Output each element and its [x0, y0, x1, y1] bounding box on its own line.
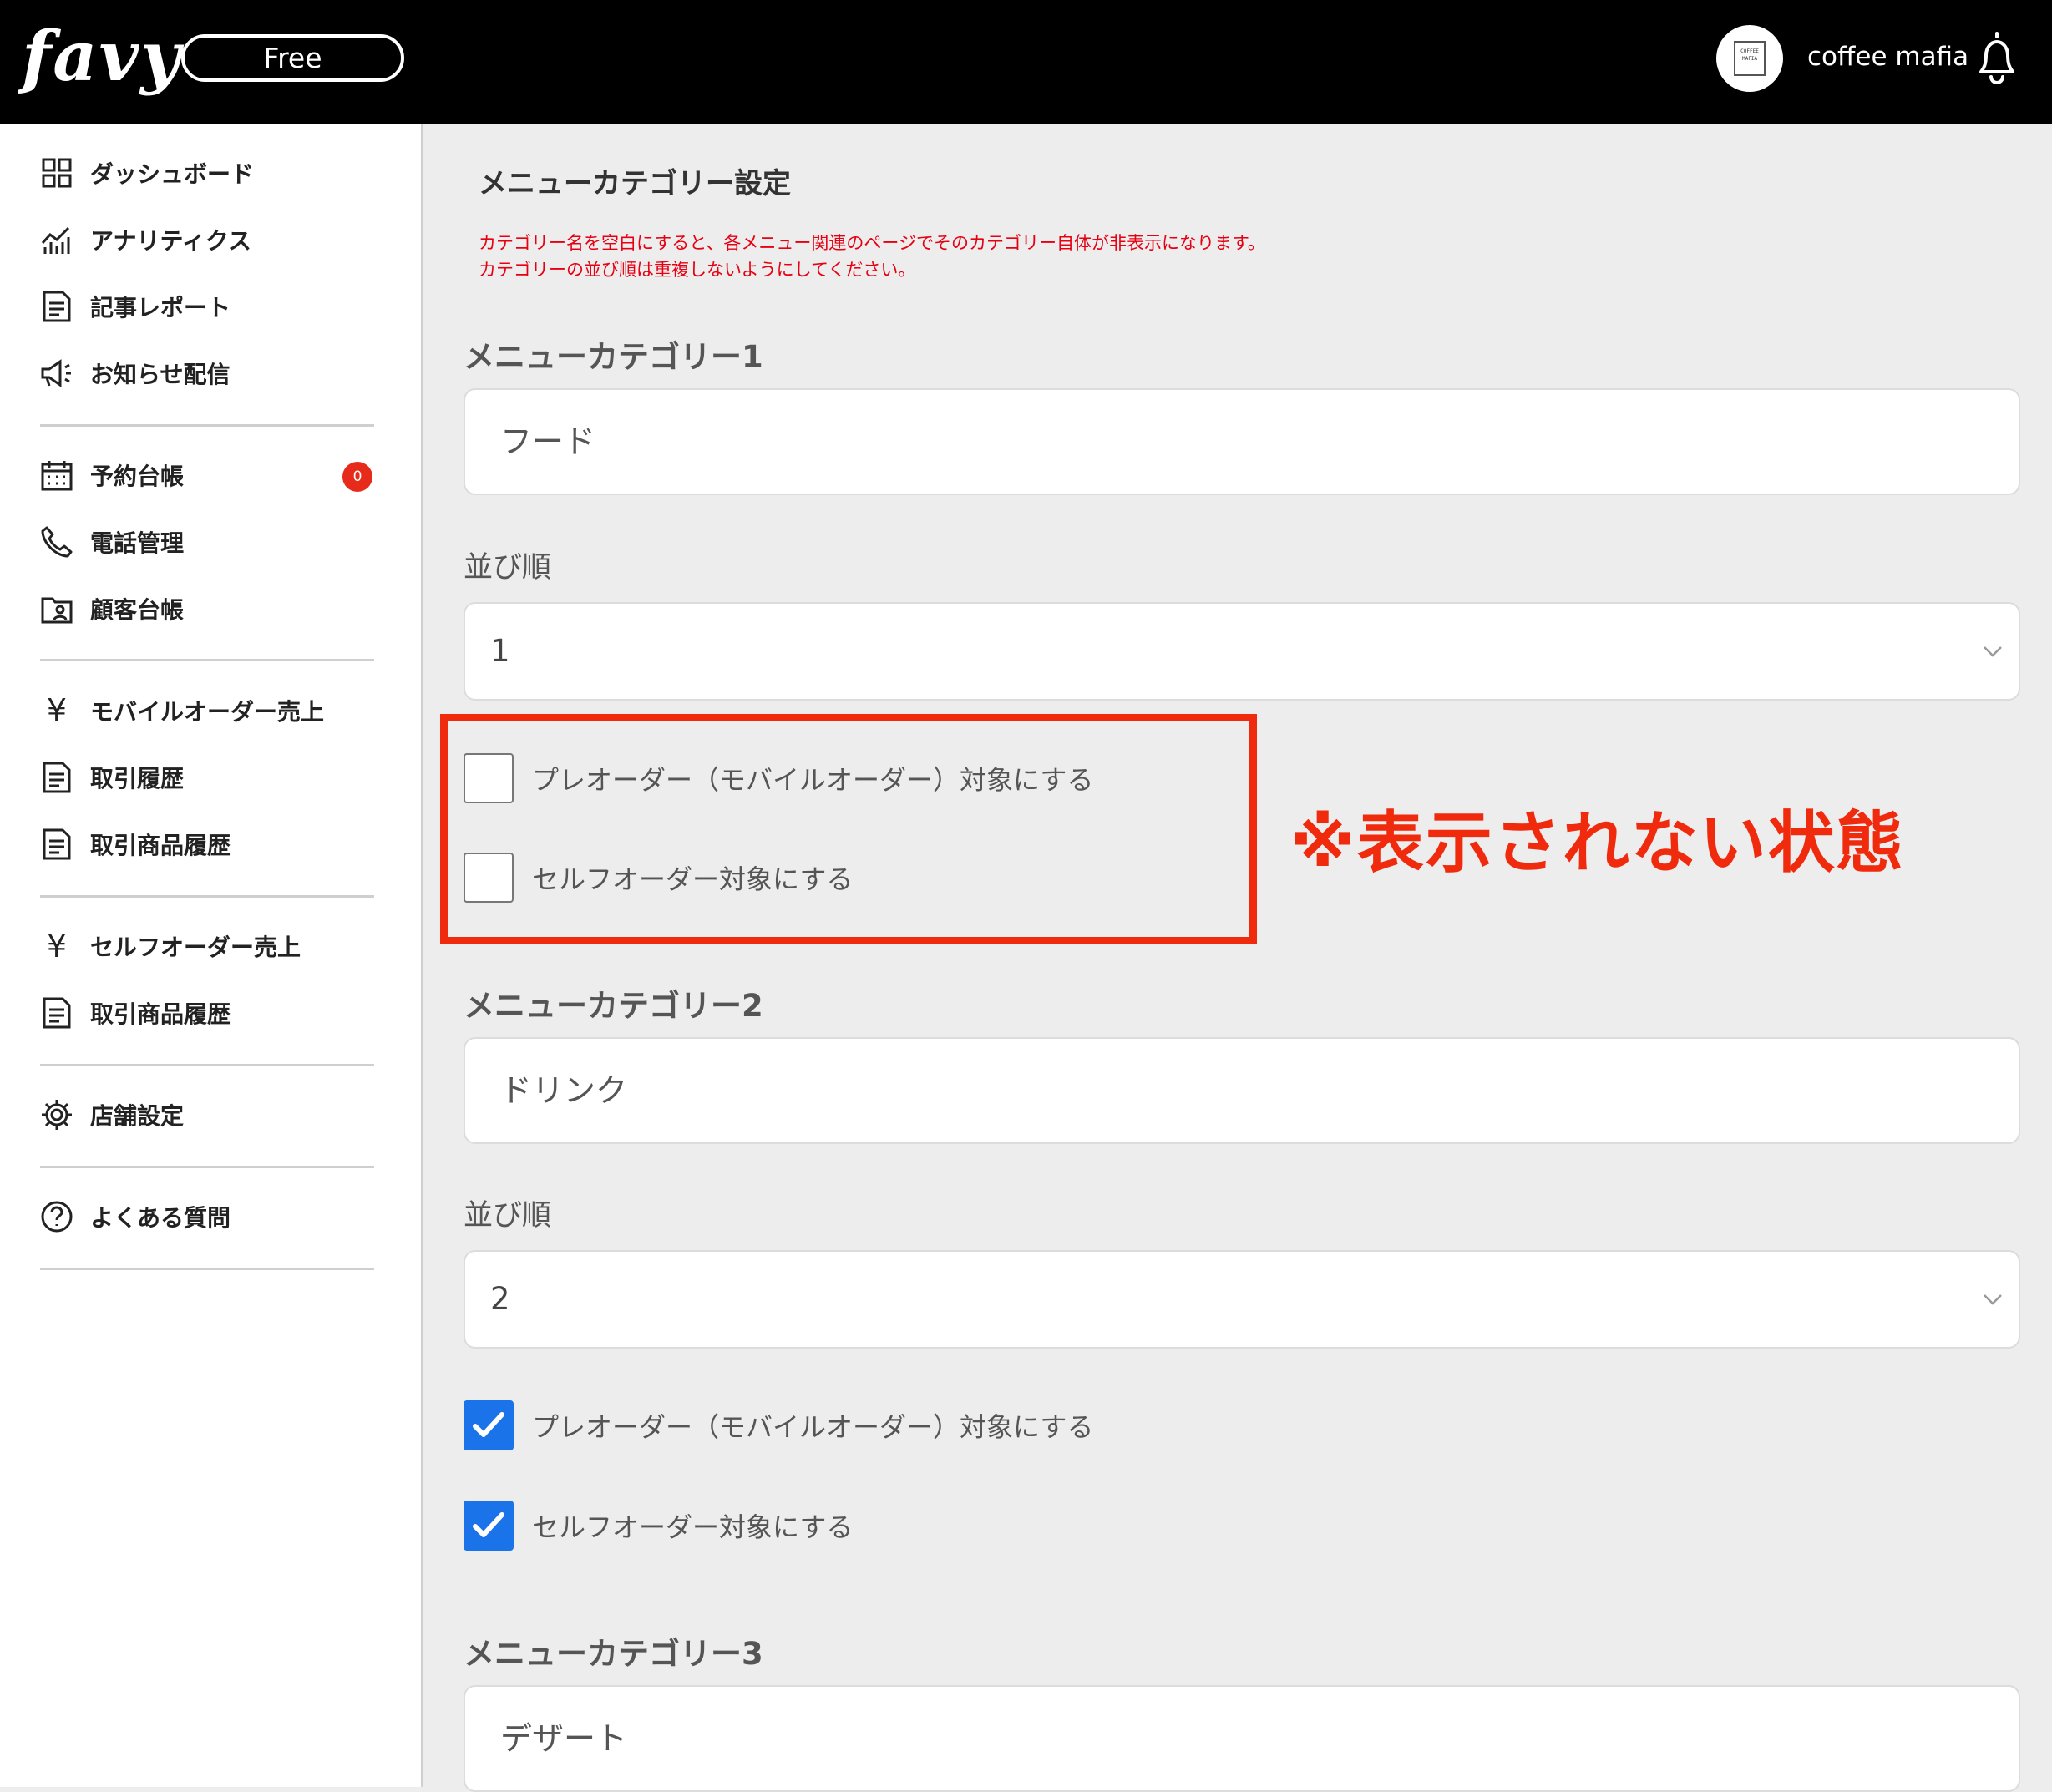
avatar[interactable]: COFFEE MAFIA: [1716, 25, 1783, 92]
favy-logo[interactable]: favy: [22, 15, 182, 99]
category-name-input[interactable]: デザート: [464, 1685, 2020, 1792]
category-name-input[interactable]: フード: [464, 388, 2020, 495]
order-label: 並び順: [464, 1199, 552, 1233]
sidebar: ダッシュボード アナリティクス 記事レポート お知らせ配信 予約台帳 0 電話管…: [0, 124, 423, 1787]
preorder-checkbox-row[interactable]: プレオーダー（モバイルオーダー）対象にする: [464, 1400, 1093, 1450]
sidebar-item-label: よくある質問: [90, 1204, 231, 1232]
selforder-label: セルフオーダー対象にする: [532, 1511, 854, 1543]
sidebar-item-self-order-sales[interactable]: ¥ セルフオーダー売上: [40, 921, 383, 971]
chevron-down-icon: [1984, 1294, 2002, 1305]
username[interactable]: coffee mafia: [1807, 38, 1968, 75]
preorder-label: プレオーダー（モバイルオーダー）対象にする: [532, 1411, 1094, 1443]
notice-text: カテゴリー名を空白にすると、各メニュー関連のページでそのカテゴリー自体が非表示に…: [479, 230, 1265, 283]
sidebar-item-label: 店舗設定: [90, 1102, 185, 1130]
sidebar-item-faq[interactable]: よくある質問: [40, 1192, 383, 1242]
sidebar-item-mobile-order-sales[interactable]: ¥ モバイルオーダー売上: [40, 686, 383, 736]
order-select[interactable]: 2: [464, 1250, 2020, 1349]
document-icon: [40, 290, 73, 323]
sidebar-item-announcement[interactable]: お知らせ配信: [40, 348, 383, 398]
sidebar-item-label: 取引履歴: [90, 765, 185, 792]
main-content: メニューカテゴリー設定 カテゴリー名を空白にすると、各メニュー関連のページでその…: [426, 124, 2052, 1792]
order-select-value: 1: [490, 633, 510, 669]
sidebar-item-store-settings[interactable]: 店舗設定: [40, 1090, 383, 1140]
top-bar: favy Free COFFEE MAFIA coffee mafia: [0, 0, 2052, 124]
sidebar-item-phone[interactable]: 電話管理: [40, 517, 383, 567]
sidebar-divider: [40, 1268, 374, 1270]
plan-badge[interactable]: Free: [181, 34, 404, 82]
sidebar-item-analytics[interactable]: アナリティクス: [40, 215, 383, 265]
sidebar-item-label: 記事レポート: [90, 294, 231, 321]
selforder-checkbox[interactable]: [464, 1501, 514, 1551]
bell-icon[interactable]: [1973, 30, 2021, 85]
sidebar-item-label: セルフオーダー売上: [90, 934, 301, 961]
yen-icon: ¥: [46, 928, 68, 964]
yen-icon: ¥: [46, 692, 68, 729]
sidebar-item-transaction-history[interactable]: 取引履歴: [40, 752, 383, 802]
sidebar-item-label: 顧客台帳: [90, 596, 185, 624]
sidebar-item-label: 取引商品履歴: [90, 832, 231, 859]
annotation-highlight-box: [440, 714, 1257, 944]
preorder-checkbox[interactable]: [464, 1400, 514, 1450]
sidebar-divider: [40, 1166, 374, 1168]
sidebar-divider: [40, 424, 374, 427]
sidebar-item-reservations[interactable]: 予約台帳: [40, 450, 383, 500]
reservation-count-badge: 0: [342, 462, 372, 492]
question-circle-icon: [40, 1200, 73, 1233]
dashboard-grid-icon: [40, 156, 73, 190]
order-label: 並び順: [464, 551, 552, 585]
sidebar-item-label: 取引商品履歴: [90, 1000, 231, 1028]
notice-line: カテゴリー名を空白にすると、各メニュー関連のページでそのカテゴリー自体が非表示に…: [479, 233, 1265, 253]
sidebar-item-label: お知らせ配信: [90, 361, 231, 388]
order-select-value: 2: [490, 1281, 510, 1317]
sidebar-item-label: 予約台帳: [90, 463, 185, 490]
calendar-icon: [40, 458, 73, 492]
document-icon: [40, 828, 73, 861]
sidebar-divider: [40, 659, 374, 661]
sidebar-item-self-order-products[interactable]: 取引商品履歴: [40, 988, 383, 1038]
chevron-down-icon: [1984, 646, 2002, 657]
sidebar-item-label: ダッシュボード: [90, 160, 255, 188]
sidebar-item-label: 電話管理: [90, 529, 185, 557]
category-heading: メニューカテゴリー3: [464, 1636, 763, 1672]
sidebar-item-transaction-products[interactable]: 取引商品履歴: [40, 819, 383, 869]
category-heading: メニューカテゴリー2: [464, 988, 763, 1024]
megaphone-icon: [40, 357, 73, 390]
analytics-chart-icon: [40, 223, 73, 256]
gear-icon: [40, 1098, 73, 1131]
sidebar-item-article-report[interactable]: 記事レポート: [40, 281, 383, 332]
selforder-checkbox-row[interactable]: セルフオーダー対象にする: [464, 1501, 853, 1551]
avatar-logo: COFFEE MAFIA: [1734, 41, 1766, 76]
document-icon: [40, 761, 73, 794]
sidebar-item-customers[interactable]: 顧客台帳: [40, 584, 383, 634]
customer-folder-icon: [40, 592, 73, 625]
page-title: メニューカテゴリー設定: [479, 167, 791, 200]
annotation-text: ※表示されない状態: [1290, 804, 1905, 882]
sidebar-divider: [40, 895, 374, 898]
document-icon: [40, 996, 73, 1030]
category-name-input[interactable]: ドリンク: [464, 1037, 2020, 1144]
checkmark-icon: [473, 1512, 504, 1537]
sidebar-divider: [40, 1064, 374, 1066]
category-heading: メニューカテゴリー1: [464, 339, 763, 375]
sidebar-item-label: モバイルオーダー売上: [90, 698, 325, 726]
sidebar-item-dashboard[interactable]: ダッシュボード: [40, 148, 383, 198]
notice-line: カテゴリーの並び順は重複しないようにしてください。: [479, 260, 916, 280]
checkmark-icon: [473, 1412, 504, 1437]
sidebar-item-label: アナリティクス: [90, 227, 251, 255]
order-select[interactable]: 1: [464, 602, 2020, 701]
phone-icon: [40, 525, 73, 559]
